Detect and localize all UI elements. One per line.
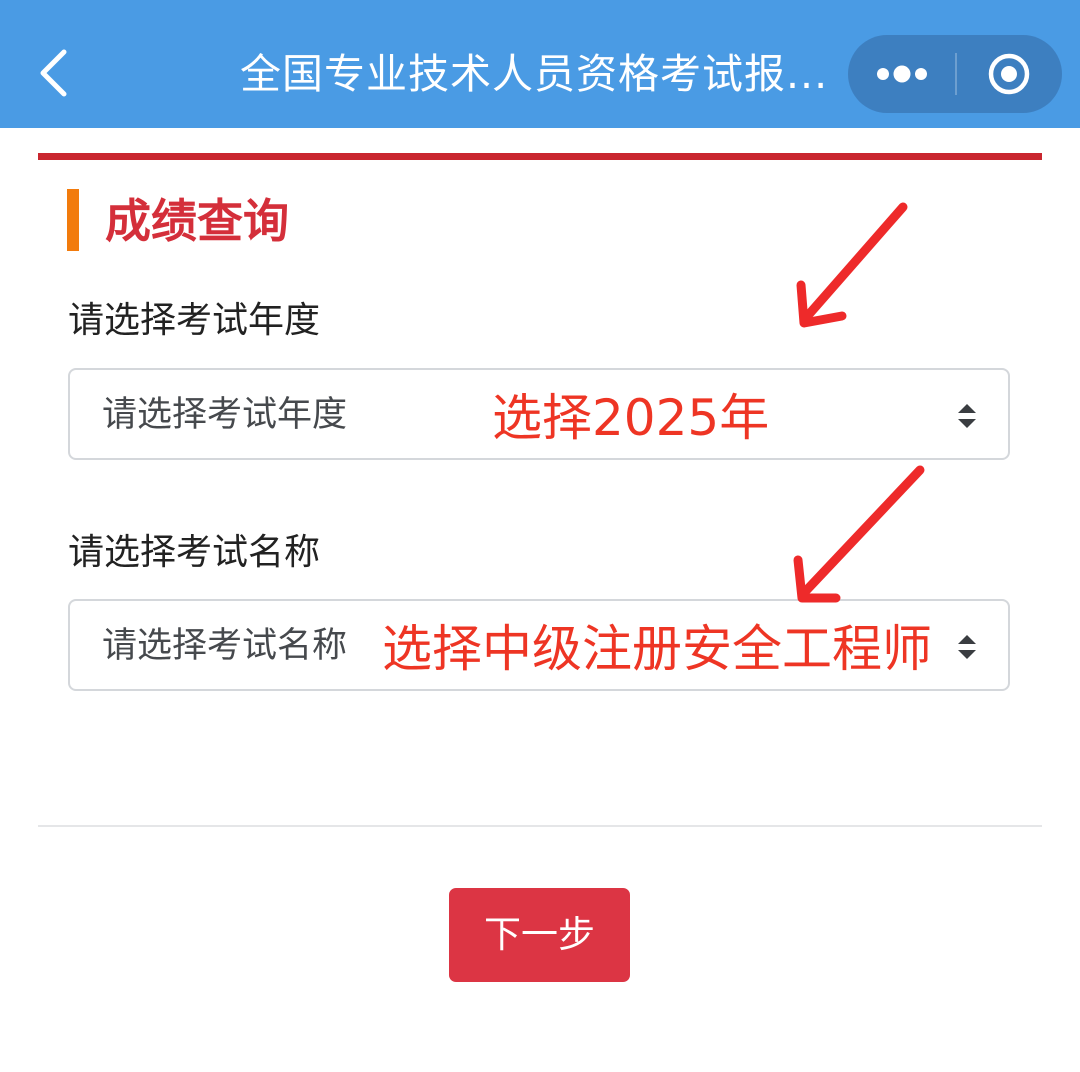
name-annotation: 选择中级注册安全工程师 <box>382 620 932 678</box>
close-button[interactable] <box>957 35 1062 113</box>
chevron-left-icon <box>40 49 67 97</box>
section-title: 成绩查询 <box>105 194 289 248</box>
exam-year-label: 请选择考试年度 <box>68 300 321 341</box>
annotation-arrow-icon <box>793 465 925 603</box>
more-dots-icon <box>877 65 927 83</box>
year-annotation: 选择2025年 <box>492 389 770 447</box>
page-title: 全国专业技术人员资格考试报... <box>240 50 829 98</box>
sort-arrows-icon <box>958 635 976 659</box>
exam-year-placeholder: 请选择考试年度 <box>102 395 348 435</box>
annotation-arrow-icon <box>796 202 908 328</box>
exam-name-label: 请选择考试名称 <box>68 532 321 573</box>
header-red-rule <box>38 153 1042 160</box>
exam-name-placeholder: 请选择考试名称 <box>102 626 348 666</box>
sort-arrows-icon <box>958 404 976 428</box>
target-close-icon <box>988 53 1030 95</box>
back-button[interactable] <box>30 40 80 106</box>
mini-program-capsule <box>848 35 1062 113</box>
more-button[interactable] <box>848 35 955 113</box>
section-accent-bar <box>67 189 79 251</box>
next-step-button[interactable]: 下一步 <box>449 888 630 982</box>
form-divider <box>38 825 1042 827</box>
top-navbar: 全国专业技术人员资格考试报... <box>0 0 1080 128</box>
